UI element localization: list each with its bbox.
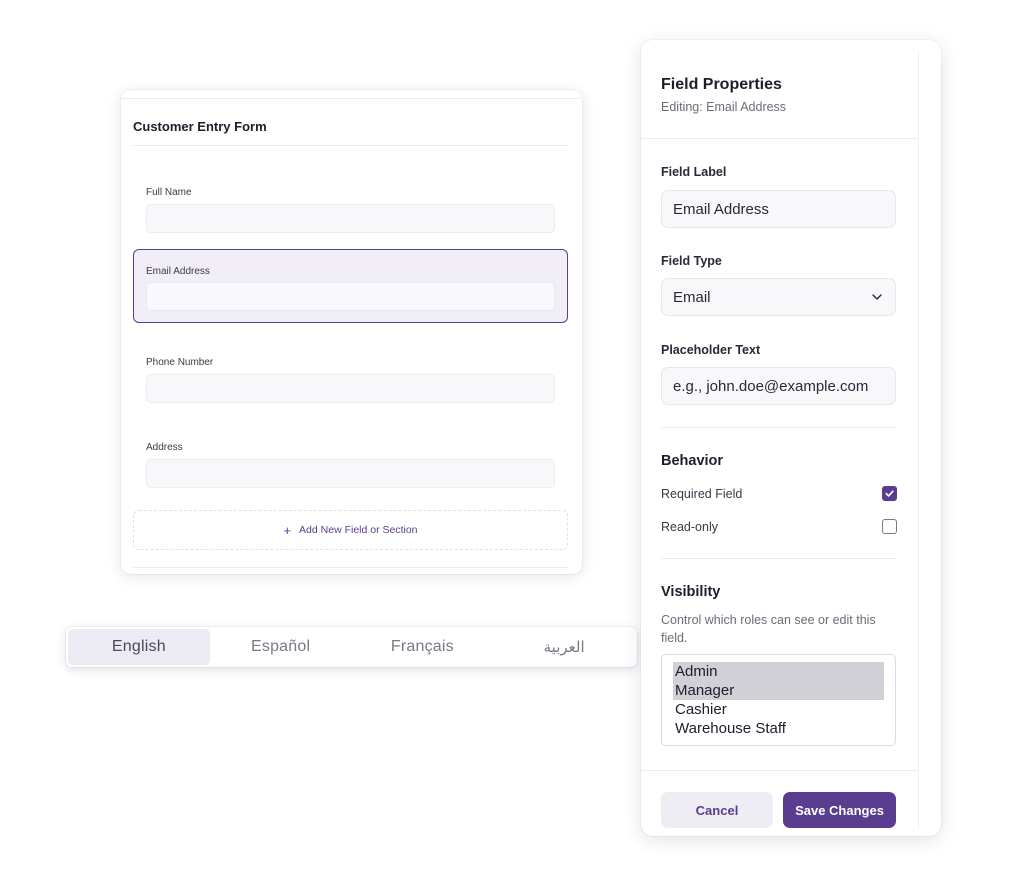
language-tab-french[interactable]: Français (352, 629, 494, 665)
form-field-full-name[interactable]: Full Name (133, 170, 568, 244)
placeholder-heading: Placeholder Text (661, 343, 761, 357)
save-changes-button[interactable]: Save Changes (783, 792, 896, 828)
roles-listbox[interactable]: Admin Manager Cashier Warehouse Staff (661, 654, 896, 746)
field-type-value: Email (673, 288, 711, 306)
field-properties-panel: Field Properties Editing: Email Address … (641, 40, 941, 836)
role-option-admin[interactable]: Admin (673, 662, 884, 681)
read-only-label: Read-only (661, 519, 718, 534)
divider (661, 427, 896, 428)
panel-title: Field Properties (661, 76, 782, 93)
form-field-email-address[interactable]: Email Address (133, 249, 568, 323)
visibility-description: Control which roles can see or edit this… (661, 613, 876, 645)
divider (133, 145, 568, 146)
divider (641, 138, 919, 139)
plus-icon: + (283, 522, 292, 538)
required-field-checkbox[interactable] (882, 486, 897, 501)
add-field-label: Add New Field or Section (299, 524, 418, 536)
placeholder-input[interactable] (661, 367, 896, 405)
field-type-select[interactable]: Email (661, 278, 896, 316)
behavior-heading: Behavior (661, 453, 724, 469)
language-tab-arabic[interactable]: العربية (493, 629, 635, 665)
required-field-label: Required Field (661, 486, 743, 501)
full-name-input[interactable] (146, 204, 555, 233)
divider (133, 567, 568, 568)
phone-number-input[interactable] (146, 374, 555, 403)
form-title: Customer Entry Form (133, 119, 267, 134)
field-label-input[interactable] (661, 190, 896, 228)
form-field-address[interactable]: Address (133, 425, 568, 499)
visibility-heading: Visibility (661, 584, 721, 600)
role-option-cashier[interactable]: Cashier (673, 700, 884, 719)
field-type-heading: Field Type (661, 254, 722, 268)
form-canvas-card: Customer Entry Form Full Name Email Addr… (121, 90, 582, 574)
language-tab-spanish[interactable]: Español (210, 629, 352, 665)
field-label: Full Name (146, 187, 192, 198)
address-input[interactable] (146, 459, 555, 488)
divider (641, 770, 919, 771)
add-field-button[interactable]: + Add New Field or Section (133, 510, 568, 550)
language-switcher: English Español Français العربية (66, 627, 637, 667)
field-label: Email Address (146, 266, 210, 277)
field-label: Phone Number (146, 357, 214, 368)
cancel-button[interactable]: Cancel (661, 792, 773, 828)
field-label: Address (146, 442, 183, 453)
role-option-warehouse-staff[interactable]: Warehouse Staff (673, 719, 884, 738)
panel-subtitle: Editing: Email Address (661, 100, 787, 114)
divider (661, 558, 896, 559)
field-label-heading: Field Label (661, 165, 727, 179)
email-address-input[interactable] (146, 282, 555, 311)
chevron-down-icon (872, 294, 882, 300)
required-field-row[interactable]: Required Field (661, 486, 897, 501)
read-only-checkbox[interactable] (882, 519, 897, 534)
read-only-row[interactable]: Read-only (661, 519, 897, 534)
language-tab-english[interactable]: English (68, 629, 210, 665)
form-field-phone-number[interactable]: Phone Number (133, 340, 568, 414)
check-icon (885, 490, 894, 497)
role-option-manager[interactable]: Manager (673, 681, 884, 700)
